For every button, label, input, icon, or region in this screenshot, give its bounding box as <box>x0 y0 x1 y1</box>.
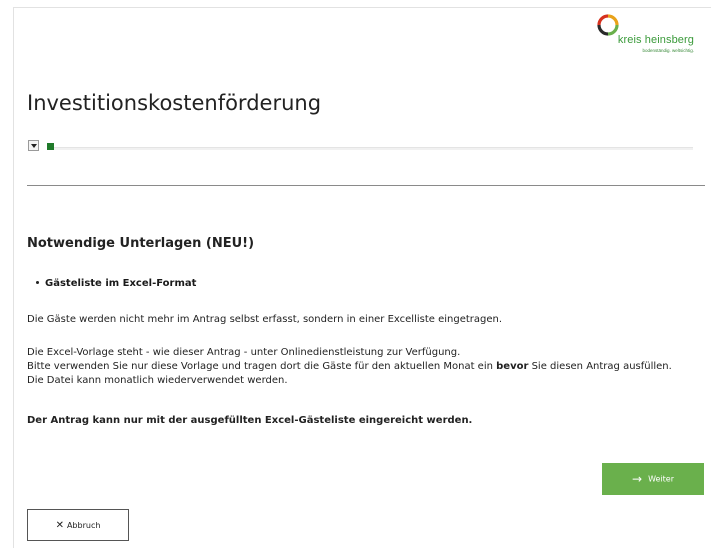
progress-fill <box>47 143 54 150</box>
cancel-button[interactable]: ✕ Abbruch <box>27 509 129 541</box>
list-item: Gästeliste im Excel-Format <box>36 278 196 289</box>
paragraph-3-pre: Bitte verwenden Sie nur diese Vorlage un… <box>27 361 497 372</box>
paragraph-2: Die Excel-Vorlage steht - wie dieser Ant… <box>27 347 461 358</box>
paragraph-3-post: Sie diesen Antrag ausfüllen. <box>528 361 672 372</box>
paragraph-4: Die Datei kann monatlich wiederverwendet… <box>27 375 288 386</box>
paragraph-3: Bitte verwenden Sie nur diese Vorlage un… <box>27 360 672 374</box>
list-item-label: Gästeliste im Excel-Format <box>45 278 197 289</box>
paragraph-1: Die Gäste werden nicht mehr im Antrag se… <box>27 314 503 325</box>
paragraph-5-notice: Der Antrag kann nur mit der ausgefüllten… <box>27 415 473 426</box>
progress-toggle-button[interactable] <box>28 140 39 151</box>
bullet-dot-icon <box>36 280 39 284</box>
arrow-right-icon: → <box>632 472 643 486</box>
section-title: Notwendige Unterlagen (NEU!) <box>27 236 255 251</box>
divider <box>27 185 705 186</box>
next-button-label: Weiter <box>648 474 674 484</box>
next-button[interactable]: → Weiter <box>602 463 704 495</box>
logo-tagline: bodenständig. weltsichtig. <box>642 48 694 53</box>
chevron-down-icon <box>31 144 37 148</box>
paragraph-3-emphasis: bevor <box>496 361 529 372</box>
logo: kreis heinsberg bodenständig. weltsichti… <box>588 14 694 64</box>
logo-name: kreis heinsberg <box>617 34 694 46</box>
page-title: Investitionskostenförderung <box>27 91 322 115</box>
cancel-button-label: Abbruch <box>66 520 101 530</box>
close-icon: ✕ <box>55 519 64 531</box>
logo-ring-icon <box>597 14 619 36</box>
progress-track <box>47 147 693 150</box>
